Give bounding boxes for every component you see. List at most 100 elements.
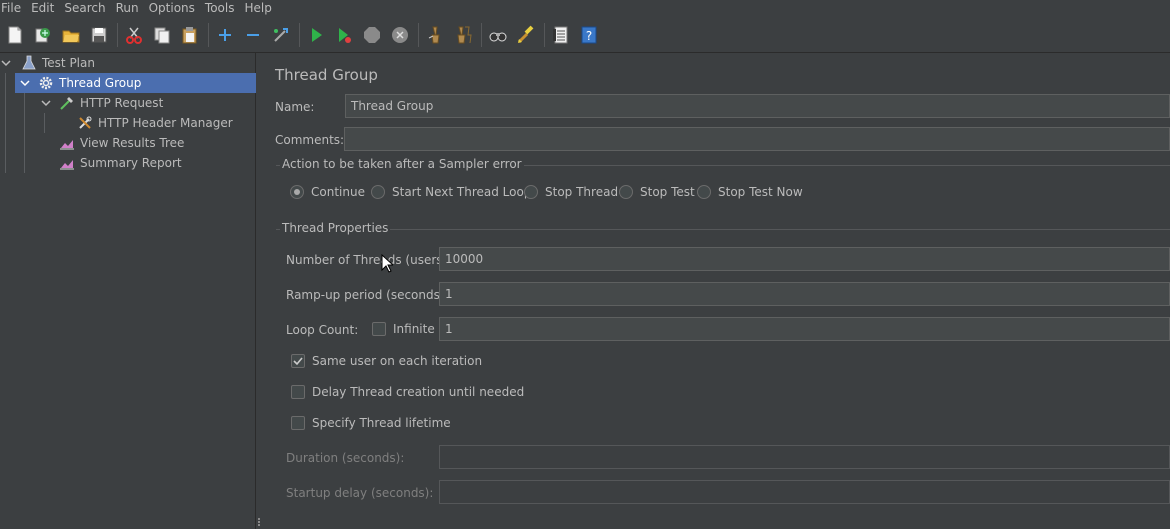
test-plan-icon (20, 54, 38, 72)
mouse-cursor-icon (381, 254, 393, 273)
chevron-down-icon[interactable] (40, 97, 52, 109)
duration-label: Duration (seconds): (286, 451, 405, 465)
loop-count-field[interactable]: 1 (439, 317, 1170, 341)
tree-item-label: Test Plan (42, 56, 95, 70)
radio-start-next-thread-loop[interactable]: Start Next Thread Loop (371, 185, 531, 199)
startup-delay-field[interactable] (439, 480, 1170, 504)
chevron-down-icon[interactable] (0, 57, 12, 69)
shutdown-icon[interactable] (388, 23, 412, 47)
tree-item-thread-group[interactable]: Thread Group (15, 73, 256, 93)
radio-label: Continue (311, 185, 365, 199)
toolbar-separator (418, 22, 419, 47)
new-icon[interactable] (3, 23, 27, 47)
threads-field[interactable]: 10000 (439, 247, 1170, 271)
comments-field[interactable] (344, 127, 1170, 151)
start-icon[interactable] (304, 23, 328, 47)
name-label: Name: (275, 100, 315, 114)
rampup-label: Ramp-up period (seconds): (286, 288, 449, 302)
toolbar: ? (0, 17, 1170, 53)
clear-all-icon[interactable] (451, 23, 475, 47)
toolbar-separator (481, 22, 482, 47)
page-title: Thread Group (275, 66, 378, 84)
svg-text:?: ? (586, 29, 592, 43)
paste-icon[interactable] (178, 23, 202, 47)
stop-icon[interactable] (360, 23, 384, 47)
templates-icon[interactable] (31, 23, 55, 47)
thread-group-panel: Thread Group Name: Thread Group Comments… (262, 53, 1170, 529)
tree-guide-line (24, 93, 25, 173)
delay-thread-checkbox[interactable]: Delay Thread creation until needed (291, 385, 524, 399)
tree-item-label: HTTP Header Manager (98, 116, 233, 130)
search-icon[interactable] (486, 23, 510, 47)
thread-lifetime-checkbox[interactable]: Specify Thread lifetime (291, 416, 451, 430)
toggle-icon[interactable] (269, 23, 293, 47)
check-icon (291, 354, 305, 368)
cut-icon[interactable] (122, 23, 146, 47)
rampup-field[interactable]: 1 (439, 282, 1170, 306)
tree-guide-line (44, 113, 45, 133)
tree-item-summary-report[interactable]: Summary Report (58, 153, 256, 173)
checkbox-label: Delay Thread creation until needed (312, 385, 525, 399)
menu-bar: File Edit Search Run Options Tools Help (0, 0, 1170, 16)
menu-run[interactable]: Run (115, 0, 148, 16)
chevron-down-icon[interactable] (19, 77, 31, 89)
reset-search-icon[interactable] (514, 23, 538, 47)
same-user-checkbox[interactable]: Same user on each iteration (291, 354, 482, 368)
menu-help[interactable]: Help (243, 0, 280, 16)
menu-tools[interactable]: Tools (204, 0, 244, 16)
menu-edit[interactable]: Edit (30, 0, 63, 16)
tree-item-http-request[interactable]: HTTP Request (40, 93, 256, 113)
section-divider (276, 229, 1170, 230)
menu-file[interactable]: File (0, 0, 30, 16)
checkbox-label: Same user on each iteration (312, 354, 483, 368)
collapse-icon[interactable] (241, 23, 265, 47)
sampler-error-title: Action to be taken after a Sampler error (280, 157, 524, 171)
checkbox-label: Specify Thread lifetime (312, 416, 451, 430)
toolbar-separator (299, 22, 300, 47)
threads-label: Number of Threads (users): (286, 253, 452, 267)
help-icon[interactable]: ? (577, 23, 601, 47)
chart-icon (58, 134, 76, 152)
function-helper-icon[interactable] (549, 23, 573, 47)
checkbox-label: Infinite (393, 322, 435, 336)
expand-icon[interactable] (213, 23, 237, 47)
tree-item-test-plan[interactable]: Test Plan (0, 53, 256, 73)
tree-item-http-header-manager[interactable]: HTTP Header Manager (76, 113, 256, 133)
tools-icon (76, 114, 94, 132)
save-icon[interactable] (87, 23, 111, 47)
name-field[interactable]: Thread Group (345, 94, 1170, 118)
thread-properties-title: Thread Properties (280, 221, 391, 235)
toolbar-separator (208, 22, 209, 47)
toolbar-separator (544, 22, 545, 47)
radio-stop-thread[interactable]: Stop Thread (524, 185, 618, 199)
radio-stop-test-now[interactable]: Stop Test Now (697, 185, 803, 199)
duration-field[interactable] (439, 445, 1170, 469)
start-no-pauses-icon[interactable] (332, 23, 356, 47)
copy-icon[interactable] (150, 23, 174, 47)
menu-options[interactable]: Options (148, 0, 204, 16)
startup-delay-label: Startup delay (seconds): (286, 486, 434, 500)
tree-item-label: Thread Group (59, 76, 142, 90)
infinite-checkbox[interactable]: Infinite (372, 322, 435, 336)
tree-item-view-results-tree[interactable]: View Results Tree (58, 133, 256, 153)
tree-item-label: HTTP Request (80, 96, 164, 110)
splitter-handle[interactable] (258, 518, 261, 526)
comments-label: Comments: (275, 133, 345, 147)
radio-continue[interactable]: Continue (290, 185, 365, 199)
clear-icon[interactable] (423, 23, 447, 47)
gear-icon (37, 74, 55, 92)
radio-label: Start Next Thread Loop (392, 185, 532, 199)
test-plan-tree: Test Plan Thread Group HTTP Request HTTP… (0, 53, 256, 529)
tree-item-label: View Results Tree (80, 136, 185, 150)
pipette-icon (58, 94, 76, 112)
radio-label: Stop Test Now (718, 185, 803, 199)
radio-label: Stop Thread (545, 185, 619, 199)
open-icon[interactable] (59, 23, 83, 47)
tree-item-label: Summary Report (80, 156, 182, 170)
radio-label: Stop Test (640, 185, 695, 199)
chart-icon (58, 154, 76, 172)
menu-search[interactable]: Search (63, 0, 114, 16)
loop-count-label: Loop Count: (286, 323, 359, 337)
toolbar-separator (117, 22, 118, 47)
radio-stop-test[interactable]: Stop Test (619, 185, 695, 199)
